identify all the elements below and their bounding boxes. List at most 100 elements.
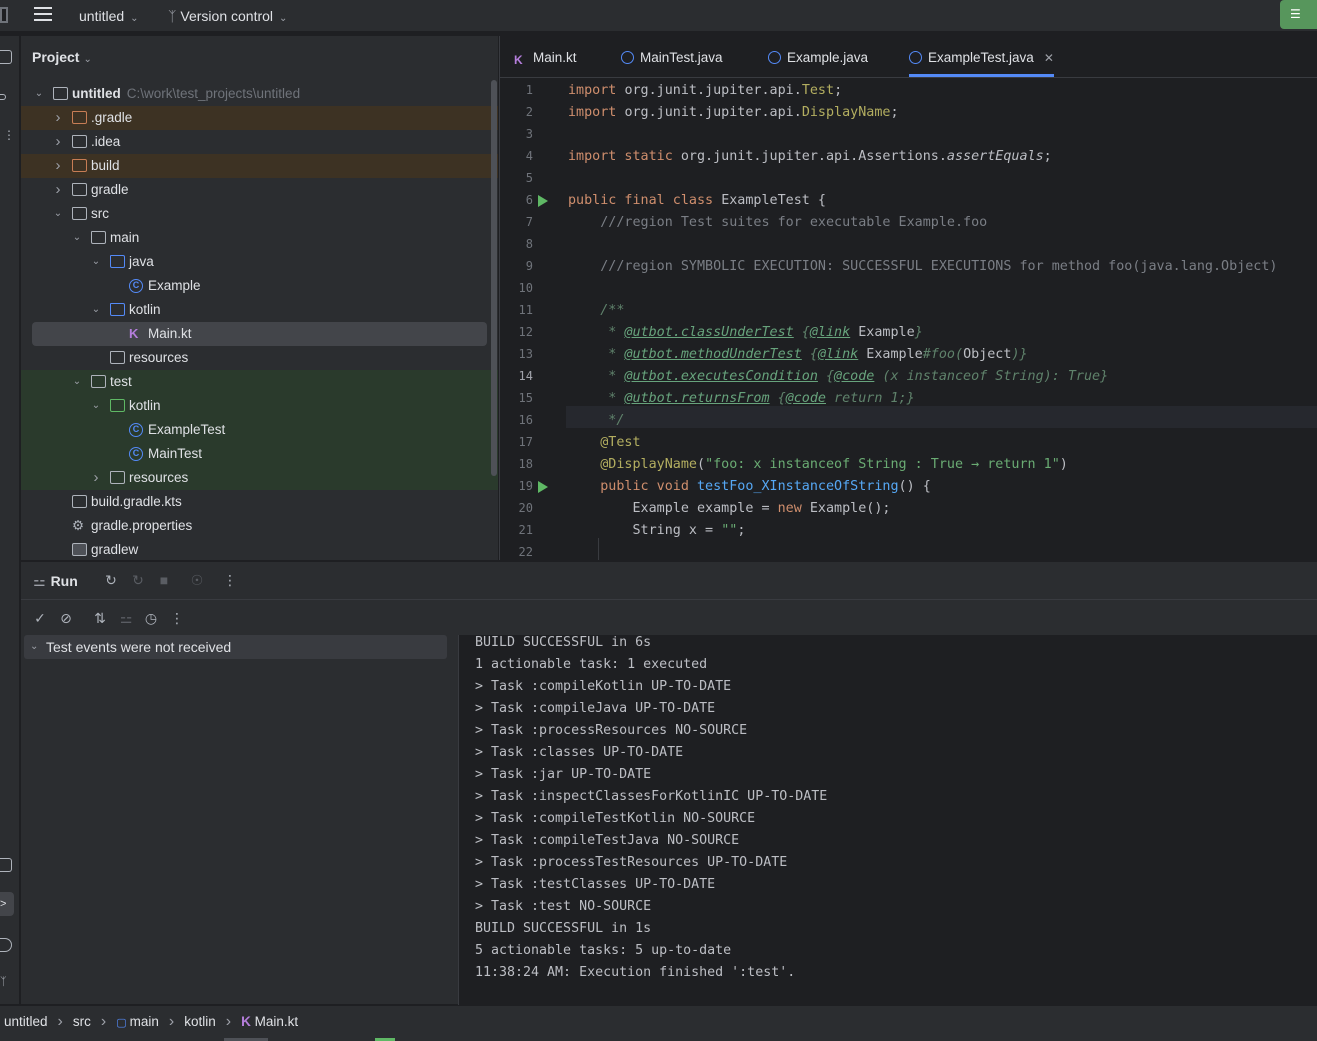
chevron-right-icon[interactable]: ›: [52, 106, 64, 130]
run-gutter-icon[interactable]: [538, 195, 548, 207]
tab-maintest-java[interactable]: MainTest.java: [621, 36, 723, 77]
rerun-icon[interactable]: ↻: [102, 571, 120, 589]
code-token: @utbot.methodUnderTest: [624, 347, 802, 362]
tree-item-name: kotlin: [129, 302, 161, 317]
tree-item-name: resources: [129, 350, 189, 365]
eye-icon[interactable]: ☉: [188, 571, 206, 589]
breadcrumb-item[interactable]: ▢ main: [116, 1014, 159, 1029]
git-tool-icon[interactable]: ᛉ: [0, 976, 7, 988]
console-output[interactable]: BUILD SUCCESSFUL in 6s 1 actionable task:…: [459, 635, 1317, 1005]
tree-item[interactable]: build.gradle.kts: [21, 490, 498, 514]
tree-item[interactable]: › build: [21, 154, 498, 178]
tree-item[interactable]: ⌄ test: [21, 370, 498, 394]
chevron-right-icon[interactable]: ›: [52, 130, 64, 154]
chevron-right-icon: ›: [225, 1013, 232, 1030]
breadcrumb-item[interactable]: src: [73, 1014, 91, 1029]
editor-gutter: 1 2 3 4 5 6 7 8 9 10 11 12 13 14 15 16 17 18 19 20 21 22: [500, 78, 566, 560]
stop-icon[interactable]: ■: [155, 571, 173, 589]
tree-item-label: kotlin: [129, 298, 161, 322]
test-root-node[interactable]: ⌄ Test events were not received: [24, 635, 447, 659]
chevron-down-icon[interactable]: ⌄: [90, 394, 102, 418]
line-number: 13: [518, 347, 533, 361]
show-ignored-icon[interactable]: ⊘: [57, 609, 75, 627]
run-gutter-icon[interactable]: [538, 481, 548, 493]
chevron-down-icon[interactable]: ⌄: [33, 82, 45, 106]
line-number: 1: [525, 83, 533, 97]
code-view[interactable]: import org.junit.jupiter.api.Test; import…: [566, 78, 1317, 560]
code-token: *: [568, 391, 625, 406]
project-panel-title[interactable]: Project ⌄: [32, 49, 92, 65]
code-token: @code: [785, 391, 826, 406]
tree-item[interactable]: gradlew: [21, 538, 498, 560]
more-options-icon[interactable]: ⋮: [221, 571, 239, 589]
breadcrumb-item[interactable]: untitled: [4, 1014, 48, 1029]
run-widget-button[interactable]: ☰: [1280, 0, 1317, 29]
folder-icon: [72, 183, 87, 196]
import-tests-icon[interactable]: ⚍: [117, 609, 135, 627]
tree-scrollbar[interactable]: [491, 80, 497, 476]
app-logo-icon[interactable]: [0, 7, 8, 23]
chevron-right-icon[interactable]: ›: [90, 466, 102, 490]
chevron-down-icon[interactable]: ⌄: [71, 370, 83, 394]
line-number: 4: [525, 149, 533, 163]
tree-item[interactable]: K Main.kt: [32, 322, 487, 346]
vcs-widget[interactable]: ᛉ Version control ⌄: [168, 8, 287, 24]
commit-tool-icon[interactable]: [0, 94, 6, 100]
tree-item[interactable]: C MainTest: [21, 442, 498, 466]
close-icon[interactable]: ✕: [1044, 51, 1054, 65]
tree-item[interactable]: ⚙ gradle.properties: [21, 514, 498, 538]
code-token: {: [817, 369, 835, 384]
chevron-right-icon[interactable]: ›: [52, 178, 64, 202]
chevron-down-icon[interactable]: ⌄: [90, 298, 102, 322]
tree-item[interactable]: › .idea: [21, 130, 498, 154]
chevron-down-icon[interactable]: ⌄: [52, 202, 64, 226]
class-icon: C: [129, 423, 143, 437]
code-token: org.junit.jupiter.api.: [624, 105, 802, 120]
sort-icon[interactable]: ⇅: [91, 609, 109, 627]
terminal-tool-icon[interactable]: [0, 858, 12, 872]
class-icon: C: [129, 447, 143, 461]
tree-item[interactable]: ⌄ kotlin: [21, 298, 498, 322]
chevron-down-icon[interactable]: ⌄: [90, 250, 102, 274]
gradle-icon: ⚍: [33, 573, 46, 589]
chevron-down-icon[interactable]: ⌄: [71, 226, 83, 250]
tree-item[interactable]: resources: [21, 346, 498, 370]
tab-main-kt[interactable]: K Main.kt: [514, 36, 577, 77]
main-menu-icon[interactable]: [34, 7, 52, 23]
code-token: {: [769, 391, 786, 406]
tree-item[interactable]: ⌄ kotlin: [21, 394, 498, 418]
tree-item-label: gradle.properties: [91, 514, 192, 538]
code-token: new: [777, 501, 810, 516]
run-tab[interactable]: ⚍ Run: [33, 573, 78, 590]
project-tool-icon[interactable]: [0, 50, 12, 64]
tree-item[interactable]: › gradle: [21, 178, 498, 202]
breadcrumb-item[interactable]: kotlin: [184, 1014, 216, 1029]
rerun-failed-icon[interactable]: ↻: [129, 571, 147, 589]
chevron-right-icon[interactable]: ›: [52, 154, 64, 178]
show-passed-icon[interactable]: ✓: [31, 609, 49, 627]
breadcrumb-label: untitled: [4, 1014, 48, 1029]
breadcrumb-item[interactable]: K Main.kt: [241, 1014, 298, 1029]
run-tool-icon[interactable]: >: [0, 892, 14, 916]
services-tool-icon[interactable]: [0, 938, 12, 952]
console-line: > Task :processResources NO-SOURCE: [475, 723, 748, 738]
tab-exampletest-java[interactable]: ExampleTest.java ✕: [909, 36, 1054, 77]
tree-item[interactable]: › resources: [21, 466, 498, 490]
tree-item[interactable]: › .gradle: [21, 106, 498, 130]
code-token: ;: [737, 523, 746, 538]
tree-item[interactable]: C ExampleTest: [21, 418, 498, 442]
tree-item[interactable]: ⌄ src: [21, 202, 498, 226]
tree-item[interactable]: ⌄ untitled C:\work\test_projects\untitled: [21, 82, 498, 106]
history-icon[interactable]: ◷: [142, 609, 160, 627]
tree-item-name: Main.kt: [148, 326, 192, 341]
tree-item[interactable]: C Example: [21, 274, 498, 298]
project-switcher[interactable]: untitled ⌄: [79, 8, 139, 24]
more-tools-icon[interactable]: ⋮: [3, 128, 15, 142]
code-line: ///region Test suites for executable Exa…: [568, 212, 987, 234]
line-number: 16: [518, 413, 533, 427]
tree-item-label: java: [129, 250, 154, 274]
tree-item[interactable]: ⌄ java: [21, 250, 498, 274]
tab-example-java[interactable]: Example.java: [768, 36, 868, 77]
tree-item[interactable]: ⌄ main: [21, 226, 498, 250]
more-options-icon[interactable]: ⋮: [168, 609, 186, 627]
